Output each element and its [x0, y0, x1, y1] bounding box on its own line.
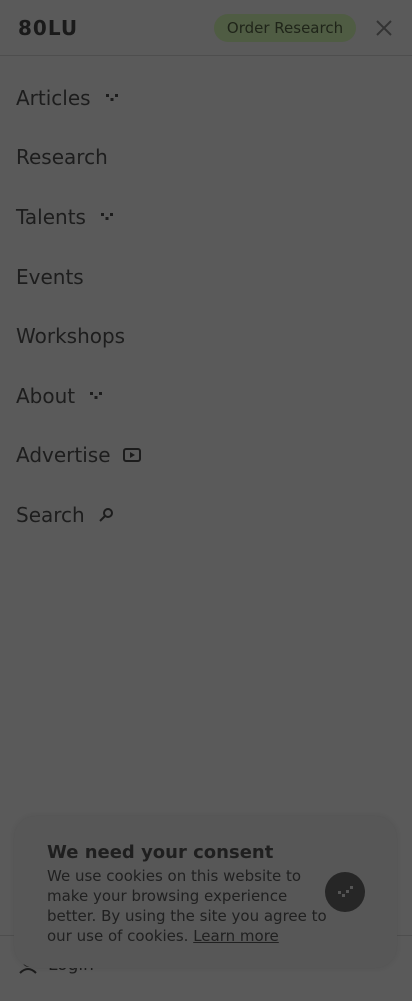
nav-item-advertise[interactable]: Advertise	[16, 426, 396, 486]
nav-item-search[interactable]: Search	[16, 485, 396, 545]
nav-item-label: Events	[16, 264, 84, 289]
nav-item-label: Search	[16, 502, 85, 527]
consent-title: We need your consent	[47, 842, 274, 863]
learn-more-link[interactable]: Learn more	[193, 927, 279, 945]
nav-item-events[interactable]: Events	[16, 247, 396, 307]
nav-item-about[interactable]: About	[16, 366, 396, 426]
accept-cookies-button[interactable]	[325, 872, 365, 912]
chevron-down-icon	[100, 212, 113, 220]
top-header: 80LU Order Research	[0, 0, 412, 56]
play-icon	[122, 448, 141, 463]
check-icon	[338, 886, 353, 897]
nav-item-label: Workshops	[16, 324, 126, 349]
nav-item-label: Advertise	[16, 443, 111, 468]
close-icon[interactable]	[372, 16, 396, 40]
search-icon	[99, 507, 113, 522]
nav-item-label: Articles	[16, 85, 91, 110]
nav-item-workshops[interactable]: Workshops	[16, 306, 396, 366]
main-nav: Articles Research Talents Events Worksho…	[16, 68, 396, 545]
nav-item-talents[interactable]: Talents	[16, 187, 396, 247]
nav-item-label: About	[16, 383, 76, 408]
nav-item-articles[interactable]: Articles	[16, 68, 396, 128]
chevron-down-icon	[105, 93, 118, 101]
cookie-consent-banner: We need your consent We use cookies on t…	[14, 816, 397, 968]
consent-text: We use cookies on this website to make y…	[47, 866, 327, 946]
order-research-button[interactable]: Order Research	[214, 14, 356, 42]
logo[interactable]: 80LU	[18, 16, 78, 40]
consent-body: We use cookies on this website to make y…	[47, 867, 327, 945]
nav-item-label: Talents	[16, 204, 86, 229]
nav-item-research[interactable]: Research	[16, 128, 396, 188]
chevron-down-icon	[90, 391, 103, 399]
nav-item-label: Research	[16, 145, 108, 170]
